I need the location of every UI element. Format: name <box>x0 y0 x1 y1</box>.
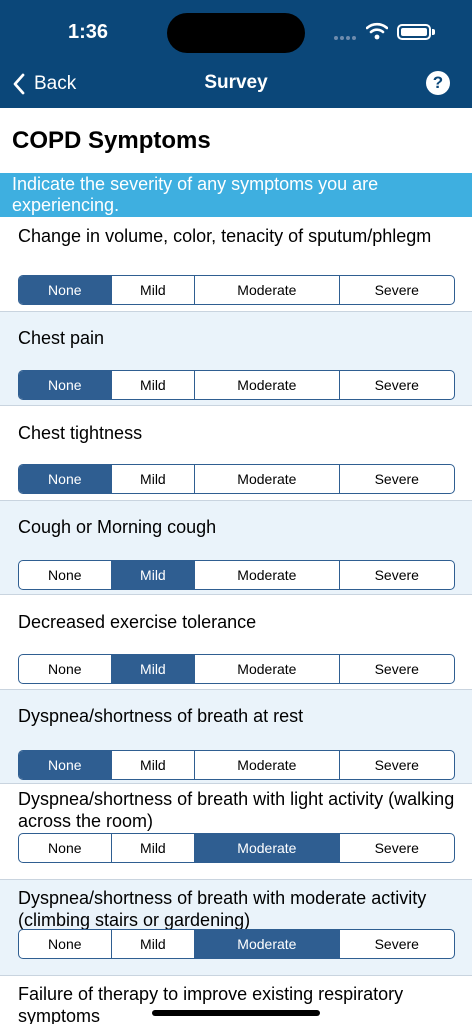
instruction-banner: Indicate the severity of any symptoms yo… <box>0 173 472 217</box>
page-title: COPD Symptoms <box>12 127 211 154</box>
severity-option-none[interactable]: None <box>19 276 112 304</box>
severity-segmented-control[interactable]: None Mild Moderate Severe <box>18 929 455 959</box>
severity-option-severe[interactable]: Severe <box>340 276 454 304</box>
severity-option-mild[interactable]: Mild <box>112 276 196 304</box>
battery-icon <box>397 24 431 40</box>
severity-option-severe[interactable]: Severe <box>340 655 454 683</box>
severity-option-moderate[interactable]: Moderate <box>195 371 340 399</box>
severity-option-mild[interactable]: Mild <box>112 465 196 493</box>
severity-option-mild[interactable]: Mild <box>111 561 196 589</box>
severity-option-none[interactable]: None <box>19 930 112 958</box>
severity-option-mild[interactable]: Mild <box>112 371 196 399</box>
question-row: Dyspnea/shortness of breath with light a… <box>0 784 472 880</box>
severity-option-moderate[interactable]: Moderate <box>195 276 340 304</box>
severity-segmented-control[interactable]: None Mild Moderate Severe <box>18 560 455 590</box>
question-label: Dyspnea/shortness of breath at rest <box>18 706 304 726</box>
question-row: Chest tightness None Mild Moderate Severe <box>0 406 472 501</box>
help-icon[interactable]: ? <box>426 71 450 95</box>
severity-option-none[interactable]: None <box>19 751 112 779</box>
cellular-signal-icon <box>334 36 356 40</box>
severity-option-mild[interactable]: Mild <box>112 834 196 862</box>
question-row: Dyspnea/shortness of breath with moderat… <box>0 880 472 976</box>
question-label: Dyspnea/shortness of breath with light a… <box>18 789 455 831</box>
question-label: Cough or Morning cough <box>18 517 217 537</box>
severity-option-moderate[interactable]: Moderate <box>195 561 340 589</box>
severity-option-mild[interactable]: Mild <box>111 655 196 683</box>
severity-option-severe[interactable]: Severe <box>340 371 454 399</box>
severity-option-none[interactable]: None <box>19 371 112 399</box>
home-indicator[interactable] <box>152 1010 320 1016</box>
status-time: 1:36 <box>68 21 109 43</box>
question-row: Chest pain None Mild Moderate Severe <box>0 312 472 406</box>
severity-option-severe[interactable]: Severe <box>340 751 454 779</box>
severity-option-moderate[interactable]: Moderate <box>195 465 340 493</box>
severity-option-severe[interactable]: Severe <box>340 930 454 958</box>
severity-option-severe[interactable]: Severe <box>340 561 454 589</box>
severity-segmented-control[interactable]: None Mild Moderate Severe <box>18 654 455 684</box>
severity-segmented-control[interactable]: None Mild Moderate Severe <box>18 464 455 494</box>
severity-option-moderate[interactable]: Moderate <box>195 834 340 862</box>
nav-title: Survey <box>204 72 268 93</box>
question-label: Change in volume, color, tenacity of spu… <box>18 226 432 246</box>
question-label: Failure of therapy to improve existing r… <box>18 984 404 1024</box>
question-row: Decreased exercise tolerance None Mild Mode… <box>0 595 472 690</box>
severity-option-mild[interactable]: Mild <box>112 930 196 958</box>
question-row: Cough or Morning cough None Mild Moderate Se… <box>0 501 472 595</box>
severity-option-none[interactable]: None <box>19 465 112 493</box>
severity-segmented-control[interactable]: None Mild Moderate Severe <box>18 370 455 400</box>
severity-option-none[interactable]: None <box>19 561 112 589</box>
severity-segmented-control[interactable]: None Mild Moderate Severe <box>18 833 455 863</box>
nav-header: 1:36 Back Survey ? <box>0 0 472 108</box>
severity-option-none[interactable]: None <box>19 655 112 683</box>
severity-option-none[interactable]: None <box>19 834 112 862</box>
severity-option-moderate[interactable]: Moderate <box>195 655 340 683</box>
severity-option-severe[interactable]: Severe <box>340 834 454 862</box>
question-label: Dyspnea/shortness of breath with moderat… <box>18 888 427 930</box>
severity-option-moderate[interactable]: Moderate <box>195 930 340 958</box>
wifi-icon <box>366 22 388 40</box>
dynamic-island <box>167 13 305 53</box>
question-label: Chest pain <box>18 328 105 348</box>
question-row: Change in volume, color, tenacity of spu… <box>0 217 472 312</box>
severity-segmented-control[interactable]: None Mild Moderate Severe <box>18 275 455 305</box>
question-row: Failure of therapy to improve existing r… <box>0 976 472 1024</box>
question-list: Change in volume, color, tenacity of spu… <box>0 217 472 1024</box>
severity-option-severe[interactable]: Severe <box>340 465 454 493</box>
severity-option-mild[interactable]: Mild <box>112 751 196 779</box>
severity-segmented-control[interactable]: None Mild Moderate Severe <box>18 750 455 780</box>
question-label: Decreased exercise tolerance <box>18 612 257 632</box>
severity-option-moderate[interactable]: Moderate <box>195 751 340 779</box>
question-label: Chest tightness <box>18 423 143 443</box>
question-row: Dyspnea/shortness of breath at rest None M… <box>0 690 472 784</box>
battery-nub <box>432 29 435 35</box>
